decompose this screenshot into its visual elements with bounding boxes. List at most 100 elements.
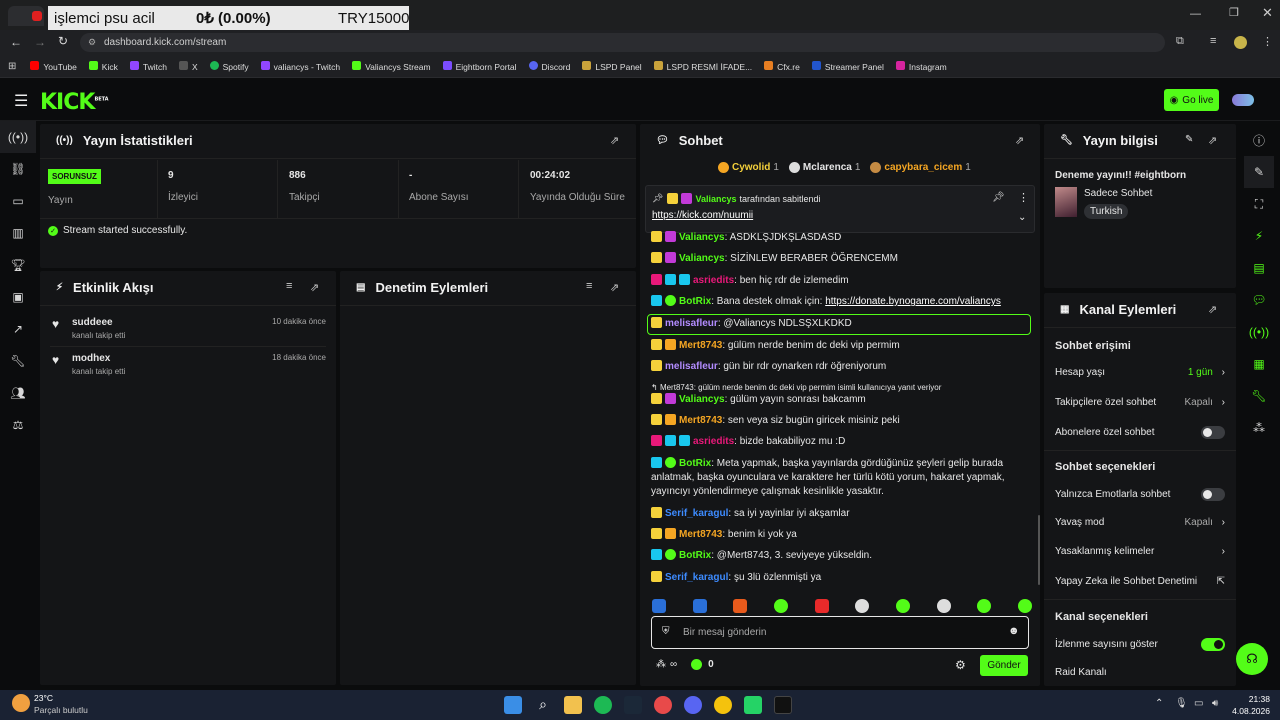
bolt-rail-icon[interactable]: ⚡︎ — [1244, 220, 1274, 252]
nav-link-icon[interactable]: ⛓ — [0, 153, 36, 185]
nav-content-icon[interactable]: ▭ — [0, 185, 36, 217]
top-user[interactable]: capybara_cicem — [884, 162, 962, 173]
subs-only-toggle[interactable] — [1201, 426, 1225, 439]
profile-avatar[interactable] — [1234, 36, 1247, 49]
filter-icon[interactable]: ≡ — [286, 280, 292, 292]
go-live-button[interactable]: ◉ Go live — [1164, 89, 1219, 111]
emote-icon[interactable] — [855, 599, 870, 613]
forward-icon[interactable]: → — [34, 35, 46, 49]
address-bar[interactable]: ⚙ dashboard.kick.com/stream — [80, 33, 1165, 52]
browser-tab[interactable] — [8, 6, 44, 26]
whatsapp-icon[interactable] — [744, 696, 762, 714]
chat-scrollbar[interactable] — [1038, 515, 1040, 585]
nav-tools-icon[interactable]: 🔧︎ — [0, 345, 36, 377]
more-icon[interactable]: ⋮ — [1018, 191, 1029, 204]
raid-row[interactable]: Raid Kanalı — [1055, 667, 1225, 678]
clock-time[interactable]: 21:38 — [1234, 694, 1270, 704]
emote-only-toggle[interactable] — [1201, 488, 1225, 501]
nav-mod-icon[interactable]: ⚖ — [0, 409, 36, 441]
bookmark-lspd-ifade[interactable]: LSPD RESMİ İFADE... — [653, 61, 752, 72]
nav-analytics-icon[interactable]: ▥ — [0, 217, 36, 249]
shield-icon[interactable]: ⛨ — [662, 626, 670, 637]
app-icon[interactable] — [654, 696, 672, 714]
emote-icon[interactable] — [936, 599, 951, 613]
chat-rail-icon[interactable]: 💬︎ — [1244, 284, 1274, 316]
menu-dots-icon[interactable]: ⋮ — [1262, 35, 1273, 48]
nav-stream-icon[interactable]: ((•)) — [0, 121, 36, 153]
network-icon[interactable]: ▭ — [1194, 698, 1203, 709]
followers-only-row[interactable]: Takipçilere özel sohbet Kapalı › — [1055, 397, 1225, 408]
start-icon[interactable] — [504, 696, 522, 714]
popout-icon[interactable]: ⇗ — [1208, 303, 1217, 316]
nav-growth-icon[interactable]: ↗ — [0, 313, 36, 345]
wrench-rail-icon[interactable]: 🔧︎ — [1244, 380, 1274, 412]
volume-icon[interactable]: 🔊︎ — [1212, 698, 1218, 709]
edit-icon[interactable]: ✎ — [1185, 134, 1193, 145]
activity-user[interactable]: suddeee — [72, 317, 113, 328]
unpin-icon[interactable]: 📌︎ — [992, 192, 1005, 203]
crop-icon[interactable]: ⛶ — [1244, 188, 1274, 220]
banned-words-row[interactable]: Yasaklanmış kelimeler › — [1055, 546, 1225, 557]
clock-date[interactable]: 4.08.2026 — [1222, 706, 1270, 716]
top-user[interactable]: Cywolid — [732, 162, 770, 173]
hamburger-menu-icon[interactable]: ☰ — [14, 91, 28, 111]
chrome-icon[interactable] — [714, 696, 732, 714]
tray-chevron-icon[interactable]: ⌃ — [1155, 698, 1163, 709]
bookmark-cfx[interactable]: Cfx.re — [764, 61, 800, 72]
bookmark-valiancys-stream[interactable]: Valiancys Stream — [352, 61, 431, 72]
bookmark-instagram[interactable]: Instagram — [895, 61, 947, 72]
activity-user[interactable]: modhex — [72, 353, 110, 364]
search-icon[interactable]: ⌕ — [534, 696, 552, 714]
nav-community-icon[interactable]: 👥︎ — [0, 377, 36, 409]
donate-link[interactable]: https://donate.bynogame.com/valiancys — [825, 296, 1001, 307]
emote-icon[interactable] — [652, 599, 666, 613]
media-icon[interactable]: ≡ — [1210, 35, 1216, 47]
account-age-row[interactable]: Hesap yaşı 1 gün › — [1055, 367, 1225, 378]
ai-moderation-row[interactable]: Yapay Zeka ile Sohbet Denetimi ⇱ — [1055, 576, 1225, 587]
nav-trophy-icon[interactable]: 🏆︎ — [0, 249, 36, 281]
close-icon[interactable]: ✕ — [1262, 5, 1273, 21]
bookmark-x[interactable]: X — [178, 61, 198, 72]
send-button[interactable]: Gönder — [980, 655, 1028, 676]
bookmark-discord[interactable]: Discord — [528, 61, 570, 72]
file-explorer-icon[interactable] — [564, 696, 582, 714]
support-headset-icon[interactable]: ☊ — [1236, 643, 1268, 675]
bookmark-eightborn[interactable]: Eightborn Portal — [442, 61, 517, 72]
maximize-icon[interactable]: ❐ — [1229, 6, 1239, 19]
nav-monetize-icon[interactable]: ▣ — [0, 281, 36, 313]
document-rail-icon[interactable]: ▤ — [1244, 252, 1274, 284]
bookmark-kick[interactable]: Kick — [88, 61, 118, 72]
chevron-down-icon[interactable]: ⌄ — [1018, 212, 1026, 223]
popout-icon[interactable]: ⇗ — [1208, 134, 1217, 147]
edit-rail-icon[interactable]: ✎ — [1244, 156, 1274, 188]
bookmark-valiancys-twitch[interactable]: valiancys - Twitch — [260, 61, 340, 72]
bookmark-streamer-panel[interactable]: Streamer Panel — [811, 61, 884, 72]
emote-icon[interactable] — [814, 599, 829, 613]
broadcast-rail-icon[interactable]: ((•)) — [1244, 316, 1274, 348]
emote-icon[interactable] — [773, 599, 788, 613]
bookmark-spotify[interactable]: Spotify — [209, 61, 249, 72]
bookmark-lspd-panel[interactable]: LSPD Panel — [582, 61, 642, 72]
filter-icon[interactable]: ≡ — [586, 280, 592, 292]
popout-icon[interactable]: ⇗ — [310, 281, 319, 294]
emoji-icon[interactable]: ☻ — [1008, 625, 1020, 637]
emote-icon[interactable] — [1017, 599, 1032, 613]
chat-input[interactable]: ⛨ Bir mesaj gönderin ☻ — [651, 616, 1029, 649]
top-user[interactable]: Mclarenca — [803, 162, 852, 173]
extensions-icon[interactable]: ⧉ — [1176, 35, 1184, 48]
popout-icon[interactable]: ⇗ — [1015, 134, 1024, 147]
apps-grid-icon[interactable]: ⊞ — [8, 61, 16, 72]
popout-icon[interactable]: ⇗ — [610, 134, 619, 147]
popout-icon[interactable]: ⇗ — [610, 281, 619, 294]
pinned-user[interactable]: Valiancys — [695, 194, 736, 204]
apps-rail-icon[interactable]: ⁂ — [1244, 412, 1274, 444]
reload-icon[interactable]: ↻ — [58, 34, 68, 48]
info-icon[interactable]: ⓘ — [1244, 124, 1274, 156]
settings-gear-icon[interactable]: ⚙ — [955, 658, 966, 672]
category-name[interactable]: Sadece Sohbet — [1084, 188, 1152, 199]
discord-icon[interactable] — [684, 696, 702, 714]
users-icon[interactable]: ⁂ — [656, 659, 666, 670]
spotify-icon[interactable] — [594, 696, 612, 714]
back-icon[interactable]: ← — [10, 35, 22, 49]
emote-icon[interactable] — [895, 599, 910, 613]
